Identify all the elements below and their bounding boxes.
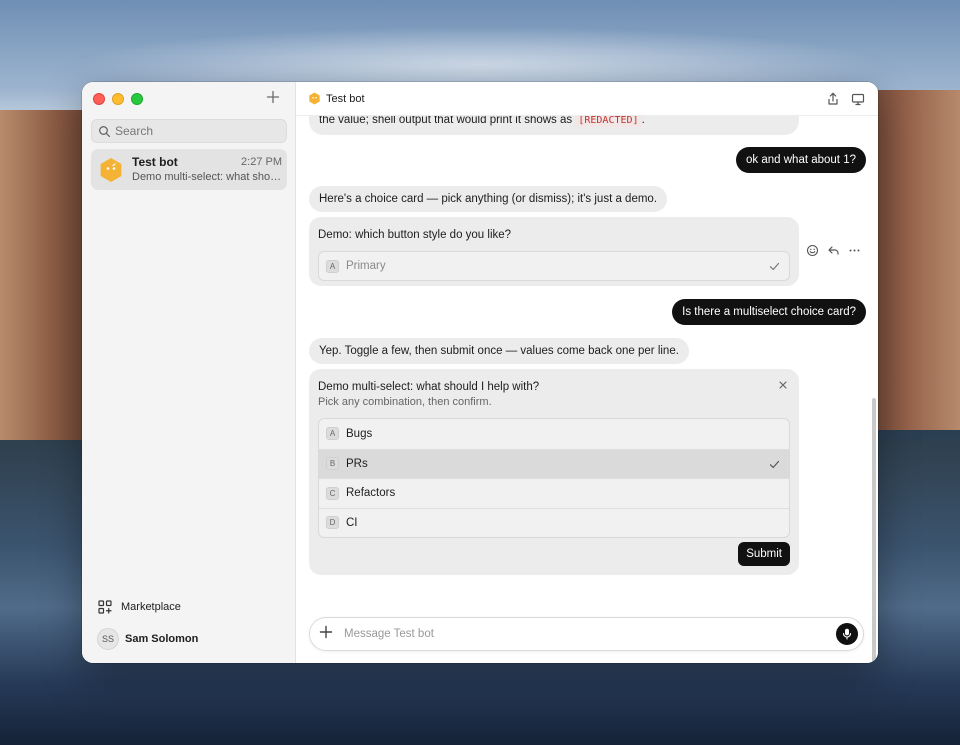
user-profile[interactable]: SS Sam Solomon bbox=[97, 628, 198, 650]
dismiss-card-icon[interactable] bbox=[778, 380, 788, 390]
search-icon bbox=[99, 125, 111, 137]
user-name: Sam Solomon bbox=[125, 633, 199, 645]
bot-message: Here's a choice card — pick anything (or… bbox=[309, 186, 668, 212]
marketplace-icon bbox=[98, 600, 112, 614]
monitor-icon[interactable] bbox=[851, 92, 865, 106]
bot-avatar-icon bbox=[309, 92, 320, 105]
option-label: CI bbox=[346, 516, 358, 529]
card-title: Demo: which button style do you like? bbox=[318, 229, 512, 241]
card-subtitle: Pick any combination, then confirm. bbox=[318, 396, 492, 408]
checkmark-icon bbox=[769, 262, 780, 271]
choice-options: A Primary bbox=[318, 251, 790, 281]
user-avatar: SS bbox=[97, 628, 119, 650]
option-label: PRs bbox=[346, 457, 368, 470]
marketplace-label: Marketplace bbox=[121, 601, 181, 613]
sidebar: Test bot 2:27 PM Demo multi-select: what… bbox=[82, 82, 296, 663]
bot-message: Yep. Toggle a few, then submit once — va… bbox=[309, 338, 689, 364]
choice-option[interactable]: A Primary bbox=[319, 252, 789, 280]
bot-avatar-icon bbox=[100, 157, 122, 182]
choice-option-bugs[interactable]: A Bugs bbox=[319, 419, 789, 449]
chat-header: Test bot bbox=[296, 82, 878, 116]
user-message: Is there a multiselect choice card? bbox=[672, 299, 866, 325]
window-controls bbox=[93, 93, 143, 105]
submit-button[interactable]: Submit bbox=[738, 542, 790, 566]
rock-right-background bbox=[870, 90, 960, 430]
choice-card-multi: Demo multi-select: what should I help wi… bbox=[309, 369, 799, 575]
option-key: A bbox=[326, 427, 339, 441]
message-actions bbox=[806, 244, 861, 257]
scrollbar[interactable] bbox=[872, 398, 876, 663]
option-key: D bbox=[326, 516, 339, 530]
option-label: Bugs bbox=[346, 427, 373, 440]
conversation-preview: Demo multi-select: what should I help wi… bbox=[132, 170, 282, 183]
card-title: Demo multi-select: what should I help wi… bbox=[318, 381, 540, 393]
chat-title: Test bot bbox=[326, 92, 365, 105]
message-input[interactable] bbox=[344, 628, 814, 640]
plus-icon bbox=[266, 90, 280, 104]
choice-option-ci[interactable]: D CI bbox=[319, 507, 789, 538]
choice-options: A Bugs B PRs C Refactors D CI bbox=[318, 418, 790, 538]
user-message: ok and what about 1? bbox=[736, 147, 866, 173]
more-options-icon[interactable] bbox=[848, 244, 861, 257]
marketplace-item[interactable]: Marketplace bbox=[97, 599, 181, 615]
minimize-window-button[interactable] bbox=[112, 93, 124, 105]
app-window: Test bot 2:27 PM Demo multi-select: what… bbox=[82, 82, 878, 663]
message-composer bbox=[309, 617, 864, 651]
microphone-icon bbox=[842, 628, 852, 640]
emoji-reaction-icon[interactable] bbox=[806, 244, 819, 257]
plus-icon bbox=[319, 625, 333, 639]
conversation-time: 2:27 PM bbox=[241, 155, 282, 168]
conversation-text: Test bot 2:27 PM Demo multi-select: what… bbox=[132, 155, 282, 185]
option-label: Refactors bbox=[346, 487, 396, 500]
voice-input-button[interactable] bbox=[836, 623, 858, 645]
choice-card-single: Demo: which button style do you like? A … bbox=[309, 217, 799, 286]
message-list: the value; shell output that would print… bbox=[296, 106, 878, 663]
option-key: B bbox=[326, 457, 339, 471]
conversation-item-test-bot[interactable]: Test bot 2:27 PM Demo multi-select: what… bbox=[91, 149, 287, 190]
checkmark-icon bbox=[769, 460, 780, 468]
zoom-window-button[interactable] bbox=[131, 93, 143, 105]
reply-icon[interactable] bbox=[827, 244, 840, 257]
option-key: C bbox=[326, 486, 339, 500]
choice-option-refactors[interactable]: C Refactors bbox=[319, 478, 789, 508]
rock-left-background bbox=[0, 110, 90, 450]
new-chat-button[interactable] bbox=[265, 90, 281, 106]
choice-option-prs[interactable]: B PRs bbox=[319, 448, 789, 478]
option-key: A bbox=[326, 259, 339, 273]
option-label: Primary bbox=[346, 260, 386, 272]
chat-main: Test bot the value; shell output that wo… bbox=[296, 82, 878, 663]
attach-button[interactable] bbox=[317, 625, 335, 643]
search-input[interactable] bbox=[115, 124, 285, 138]
share-icon[interactable] bbox=[826, 92, 840, 106]
search-box[interactable] bbox=[91, 119, 287, 143]
close-window-button[interactable] bbox=[93, 93, 105, 105]
